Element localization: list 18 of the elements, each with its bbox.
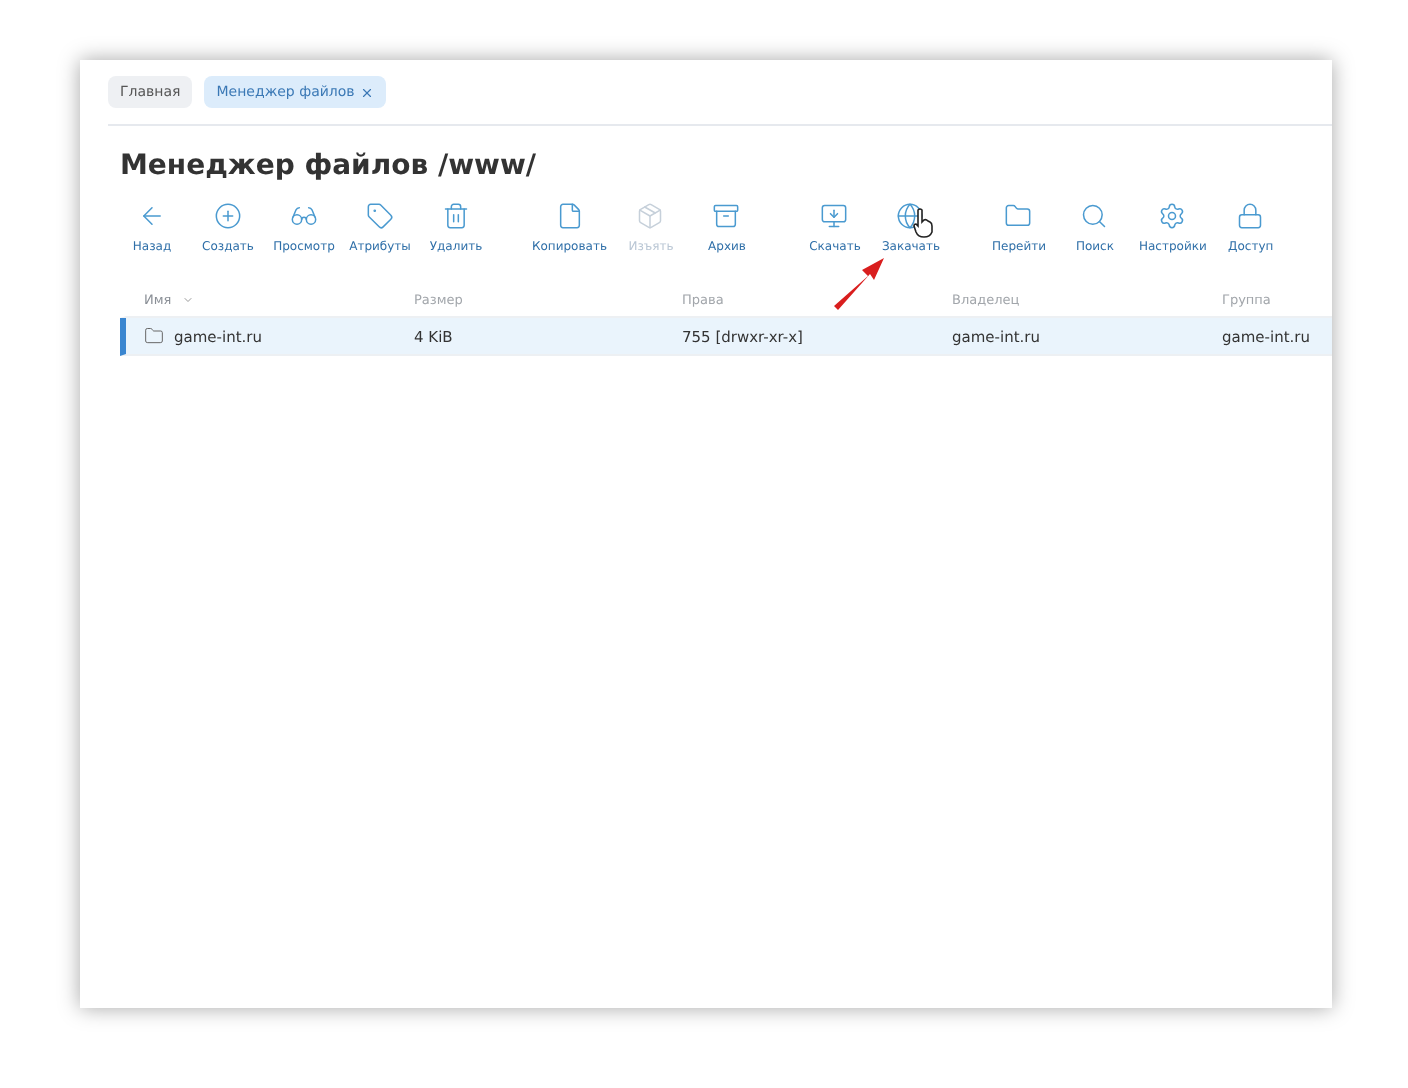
tag-icon — [366, 202, 394, 230]
folder-icon — [1004, 202, 1033, 230]
monitor-download-icon — [820, 202, 849, 230]
document-icon — [555, 202, 584, 230]
trash-icon — [442, 202, 470, 230]
search-icon — [1080, 202, 1109, 230]
settings-icon — [1158, 202, 1187, 230]
plus-circle-icon — [214, 202, 242, 230]
package-icon — [636, 202, 665, 230]
hand-cursor-icon — [912, 208, 934, 238]
folder-icon — [144, 326, 164, 346]
close-icon[interactable] — [360, 85, 375, 99]
lock-icon — [1236, 202, 1265, 230]
archive-box-icon — [712, 202, 741, 230]
page-title: Менеджер файлов /www/ — [120, 150, 539, 182]
glasses-icon — [290, 202, 318, 230]
globe-icon — [896, 202, 925, 230]
sort-icon — [181, 293, 194, 305]
